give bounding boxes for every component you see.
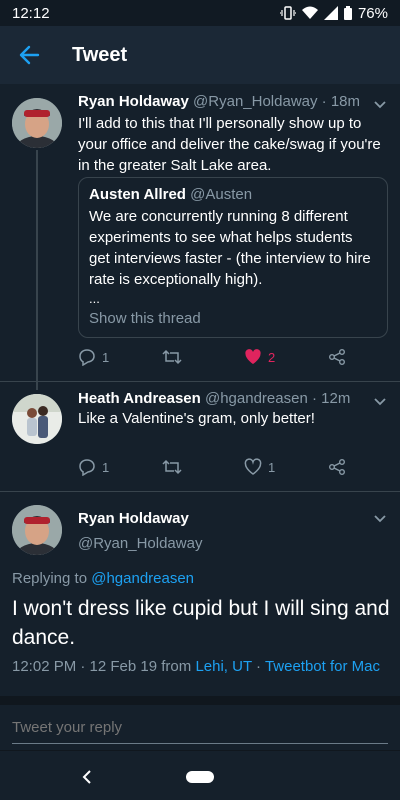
reply-bar: [0, 705, 400, 749]
tweet-actions: 1 1: [78, 458, 378, 478]
home-button[interactable]: [186, 771, 214, 783]
tweet-header: Heath Andreasen @hgandreasen · 12m: [78, 390, 350, 407]
heart-icon: [244, 458, 262, 475]
replying-prefix: Replying to: [12, 570, 88, 587]
wifi-icon: [301, 6, 318, 20]
status-icons: 76%: [279, 4, 388, 22]
reply-input[interactable]: [12, 719, 388, 736]
reply-icon: [79, 349, 95, 366]
tweet-time: · 18m: [321, 93, 361, 110]
divider: [0, 696, 400, 705]
main-author-handle[interactable]: @Ryan_Holdaway: [78, 535, 202, 552]
quoted-author-name: Austen Allred: [89, 186, 186, 203]
timestamp: 12:02 PM · 12 Feb 19 from: [12, 658, 192, 675]
show-thread-link[interactable]: Show this thread: [89, 310, 201, 327]
share-icon: [329, 349, 345, 365]
location-link[interactable]: Lehi, UT: [195, 658, 251, 675]
thread-line: [36, 150, 38, 390]
tweet-text: I'll add to this that I'll personally sh…: [78, 115, 381, 174]
avatar[interactable]: [12, 394, 62, 444]
replying-to: Replying to @hgandreasen: [12, 570, 194, 587]
heart-filled-icon: [245, 349, 261, 364]
nav-back-button[interactable]: [78, 767, 98, 787]
author-handle[interactable]: @Ryan_Holdaway: [193, 93, 317, 110]
back-button[interactable]: [0, 26, 58, 84]
retweet-button[interactable]: [162, 348, 182, 366]
reply-button[interactable]: 1: [78, 458, 109, 476]
avatar[interactable]: [12, 98, 62, 148]
battery-percent: 76%: [357, 4, 388, 22]
client-link[interactable]: Tweetbot for Mac: [265, 658, 380, 675]
chevron-down-icon[interactable]: [372, 96, 388, 112]
reply-count: 1: [102, 459, 110, 475]
chevron-down-icon[interactable]: [372, 510, 388, 526]
status-bar: 12:12 76%: [0, 0, 400, 26]
quoted-header: Austen Allred @Austen: [89, 186, 377, 203]
reply-button[interactable]: 1: [78, 348, 109, 366]
chevron-left-icon: [82, 770, 91, 784]
main-author-name[interactable]: Ryan Holdaway: [78, 510, 189, 527]
meta-separator: ·: [256, 658, 262, 675]
like-button[interactable]: 1: [244, 458, 275, 476]
like-button[interactable]: 2: [244, 348, 275, 366]
retweet-icon: [162, 349, 182, 365]
reply-underline: [12, 743, 388, 744]
tweet-actions: 1 2: [78, 348, 378, 368]
main-tweet-text: I won't dress like cupid but I will sing…: [12, 597, 390, 649]
share-button[interactable]: [328, 348, 346, 366]
system-nav-bar: [0, 750, 400, 800]
divider: [0, 491, 400, 492]
arrow-left-icon: [19, 45, 40, 65]
author-name[interactable]: Heath Andreasen: [78, 390, 201, 407]
tweet-text: Like a Valentine's gram, only better!: [78, 410, 315, 427]
share-button[interactable]: [328, 458, 346, 476]
status-time: 12:12: [12, 4, 50, 22]
chevron-down-icon[interactable]: [372, 393, 388, 409]
signal-icon: [323, 6, 338, 20]
divider: [0, 381, 400, 382]
avatar[interactable]: [12, 505, 62, 555]
battery-icon: [343, 6, 352, 20]
quoted-tweet[interactable]: Austen Allred @Austen We are concurrentl…: [78, 177, 388, 338]
tweet-time: · 12m: [311, 390, 351, 407]
author-name[interactable]: Ryan Holdaway: [78, 93, 189, 110]
share-icon: [329, 459, 345, 475]
vibrate-icon: [279, 6, 296, 20]
quoted-author-handle: @Austen: [190, 186, 253, 203]
replying-mention-link[interactable]: @hgandreasen: [91, 570, 194, 587]
like-count: 2: [268, 349, 276, 365]
reply-count: 1: [102, 349, 110, 365]
app-bar: Tweet: [0, 26, 400, 84]
retweet-icon: [162, 459, 182, 475]
tweet-meta: 12:02 PM · 12 Feb 19 from Lehi, UT · Twe…: [12, 658, 380, 675]
page-title: Tweet: [72, 43, 128, 66]
reply-icon: [79, 459, 95, 476]
quoted-text: We are concurrently running 8 different …: [89, 208, 371, 288]
quoted-ellipsis: ...: [89, 291, 100, 306]
author-handle[interactable]: @hgandreasen: [205, 390, 308, 407]
retweet-button[interactable]: [162, 458, 182, 476]
like-count: 1: [268, 459, 276, 475]
tweet-header: Ryan Holdaway @Ryan_Holdaway · 18m: [78, 93, 360, 110]
